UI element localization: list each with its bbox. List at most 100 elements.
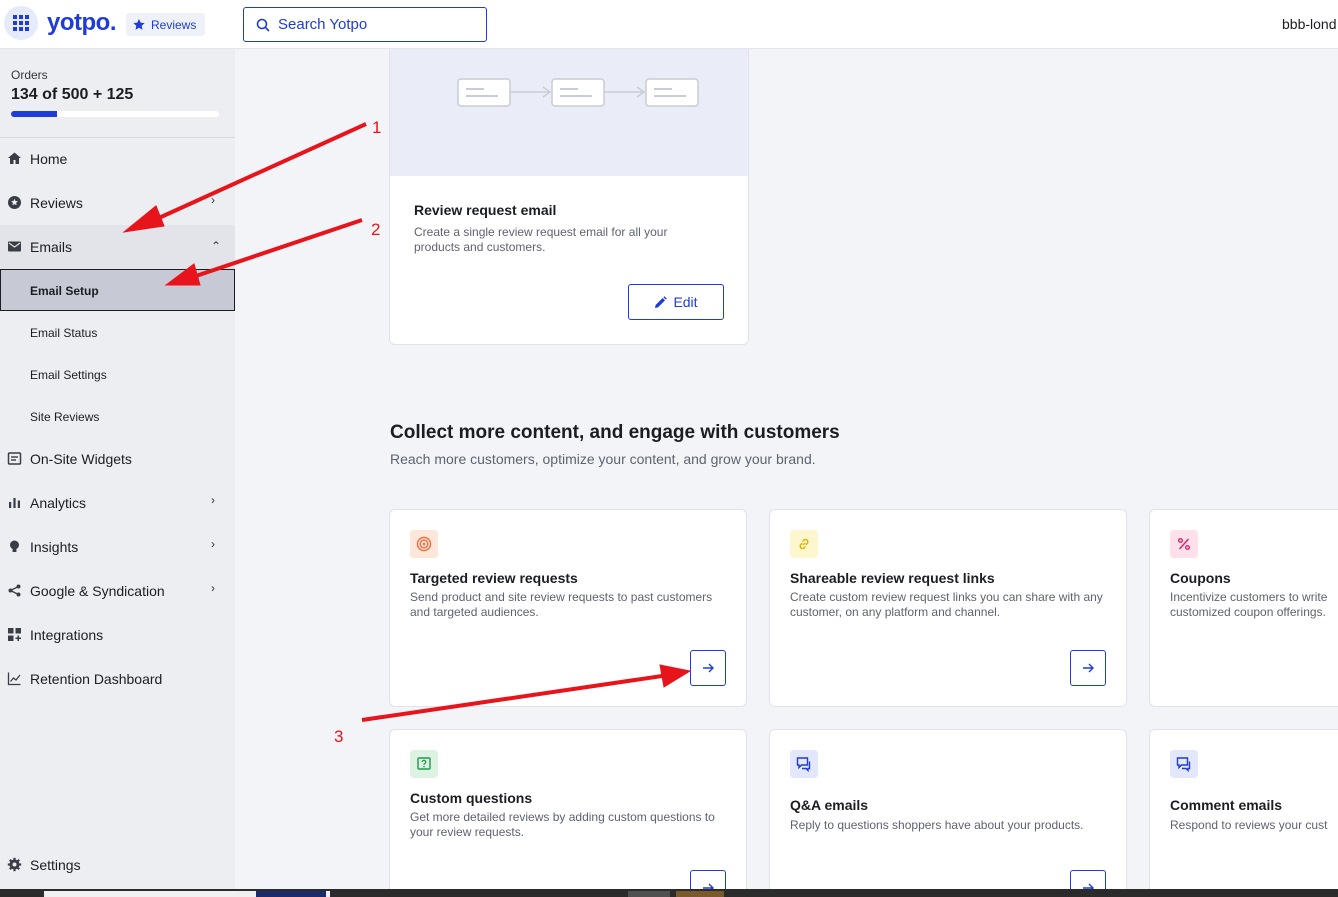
- annotation-label-2: 2: [371, 220, 380, 239]
- search-icon: [256, 18, 270, 32]
- chevron-right-icon: ›: [211, 581, 215, 595]
- sidebar-item-onsite-widgets[interactable]: On-Site Widgets: [0, 437, 235, 481]
- gear-icon: [7, 857, 22, 872]
- feature-card-targeted-review-requests[interactable]: Targeted review requests Send product an…: [389, 509, 747, 707]
- question-icon: [410, 750, 438, 778]
- grid-icon: [13, 15, 29, 31]
- target-icon: [410, 530, 438, 558]
- sidebar-item-label: Google & Syndication: [30, 583, 165, 599]
- sidebar-subitem-label: Email Setup: [30, 284, 99, 298]
- sidebar-subitem-email-settings[interactable]: Email Settings: [0, 353, 235, 395]
- mail-icon: [8, 241, 21, 252]
- chevron-up-icon: ⌃: [211, 239, 222, 253]
- account-name[interactable]: bbb-lond: [1282, 16, 1337, 32]
- sidebar-subitem-email-status[interactable]: Email Status: [0, 311, 235, 353]
- sidebar-subitem-label: Site Reviews: [30, 410, 100, 424]
- annotation-label-3: 3: [334, 727, 343, 746]
- card-title: Review request email: [414, 202, 557, 218]
- taskbar-item[interactable]: [628, 891, 670, 897]
- sidebar-item-label: Insights: [30, 539, 79, 555]
- yotpo-logo[interactable]: yotpo.: [47, 9, 117, 37]
- grid-plus-icon: [8, 628, 21, 641]
- feature-description: Create custom review request links you c…: [790, 590, 1103, 619]
- feature-title: Q&A emails: [790, 797, 869, 813]
- star-badge-icon: [8, 196, 21, 209]
- product-label: Reviews: [151, 17, 197, 32]
- feature-description: Incentivize customers to write customize…: [1170, 590, 1328, 619]
- sidebar-item-label: Analytics: [30, 495, 87, 511]
- feature-description: Get more detailed reviews by adding cust…: [410, 810, 715, 839]
- sidebar-item-reviews[interactable]: Reviews ›: [0, 181, 235, 225]
- orders-progress-bar: [11, 111, 219, 117]
- sidebar-item-label: Retention Dashboard: [30, 671, 163, 687]
- star-icon: [133, 18, 145, 30]
- flow-diagram-icon: [457, 78, 699, 107]
- product-badge[interactable]: Reviews: [126, 13, 206, 36]
- chevron-right-icon: ›: [211, 193, 215, 207]
- feature-description: Respond to reviews your cust: [1170, 818, 1328, 832]
- sidebar-item-label: On-Site Widgets: [30, 451, 132, 467]
- feature-card-qa-emails[interactable]: Q&A emails Reply to questions shoppers h…: [769, 729, 1127, 897]
- line-chart-icon: [7, 672, 21, 686]
- arrow-right-icon: [703, 663, 714, 673]
- lightbulb-icon: [10, 540, 19, 552]
- sidebar-subitem-email-setup[interactable]: Email Setup: [0, 269, 235, 311]
- taskbar-item[interactable]: [256, 891, 326, 897]
- share-icon: [8, 584, 21, 597]
- chevron-right-icon: ›: [211, 493, 215, 507]
- link-icon: [790, 530, 818, 558]
- feature-card-custom-questions[interactable]: Custom questions Get more detailed revie…: [389, 729, 747, 897]
- chat-icon: [1170, 750, 1198, 778]
- section-title: Collect more content, and engage with cu…: [390, 422, 840, 443]
- sidebar-item-integrations[interactable]: Integrations: [0, 613, 235, 657]
- sidebar-item-insights[interactable]: Insights ›: [0, 525, 235, 569]
- bar-chart-icon: [9, 498, 20, 508]
- feature-title: Targeted review requests: [410, 570, 578, 586]
- sidebar-item-analytics[interactable]: Analytics ›: [0, 481, 235, 525]
- home-icon: [8, 152, 21, 164]
- feature-card-coupons[interactable]: Coupons Incentivize customers to write c…: [1149, 509, 1338, 707]
- feature-description: Send product and site review requests to…: [410, 590, 713, 619]
- edit-button[interactable]: Edit: [628, 284, 724, 320]
- review-request-email-card: Review request email Create a single rev…: [389, 49, 749, 345]
- feature-title: Shareable review request links: [790, 570, 995, 586]
- sidebar-item-home[interactable]: Home: [0, 137, 235, 181]
- orders-value: 134 of 500 + 125: [11, 86, 134, 103]
- flow-illustration: [390, 49, 748, 176]
- feature-title: Custom questions: [410, 790, 533, 806]
- annotation-label-1: 1: [372, 118, 381, 137]
- feature-title: Coupons: [1170, 570, 1231, 586]
- feature-description: Reply to questions shoppers have about y…: [790, 818, 1084, 832]
- sidebar-item-retention-dashboard[interactable]: Retention Dashboard: [0, 657, 235, 701]
- search-placeholder: Search Yotpo: [278, 16, 368, 33]
- arrow-right-icon: [1083, 663, 1094, 673]
- edit-label: Edit: [673, 294, 698, 310]
- orders-label: Orders: [11, 68, 48, 82]
- sidebar-item-label: Home: [30, 151, 68, 167]
- taskbar-item[interactable]: [676, 891, 724, 897]
- sidebar-item-settings[interactable]: Settings: [0, 843, 235, 887]
- sidebar-subitem-site-reviews[interactable]: Site Reviews: [0, 395, 235, 437]
- feature-card-shareable-links[interactable]: Shareable review request links Create cu…: [769, 509, 1127, 707]
- orders-progress-fill: [11, 111, 57, 117]
- feature-title: Comment emails: [1170, 797, 1283, 813]
- card-description: Create a single review request email for…: [414, 225, 668, 254]
- open-feature-button[interactable]: [1070, 650, 1106, 686]
- sidebar-item-google-syndication[interactable]: Google & Syndication ›: [0, 569, 235, 613]
- app-switcher-button[interactable]: [4, 6, 38, 40]
- sidebar: Orders 134 of 500 + 125 Home Reviews › E…: [0, 49, 235, 889]
- sidebar-item-label: Settings: [30, 857, 81, 873]
- percent-icon: [1170, 530, 1198, 558]
- sidebar-subitem-label: Email Status: [30, 326, 98, 340]
- sidebar-item-emails[interactable]: Emails ⌃: [0, 225, 235, 269]
- widget-icon: [7, 452, 22, 465]
- sidebar-item-label: Emails: [30, 239, 73, 255]
- chevron-right-icon: ›: [211, 537, 215, 551]
- open-feature-button[interactable]: [690, 650, 726, 686]
- feature-card-comment-emails[interactable]: Comment emails Respond to reviews your c…: [1149, 729, 1338, 897]
- pencil-icon: [655, 295, 668, 308]
- orders-usage: Orders 134 of 500 + 125: [11, 68, 133, 104]
- search-input[interactable]: Search Yotpo: [243, 7, 487, 42]
- section-subtitle: Reach more customers, optimize your cont…: [390, 451, 816, 467]
- sidebar-item-label: Reviews: [30, 195, 83, 211]
